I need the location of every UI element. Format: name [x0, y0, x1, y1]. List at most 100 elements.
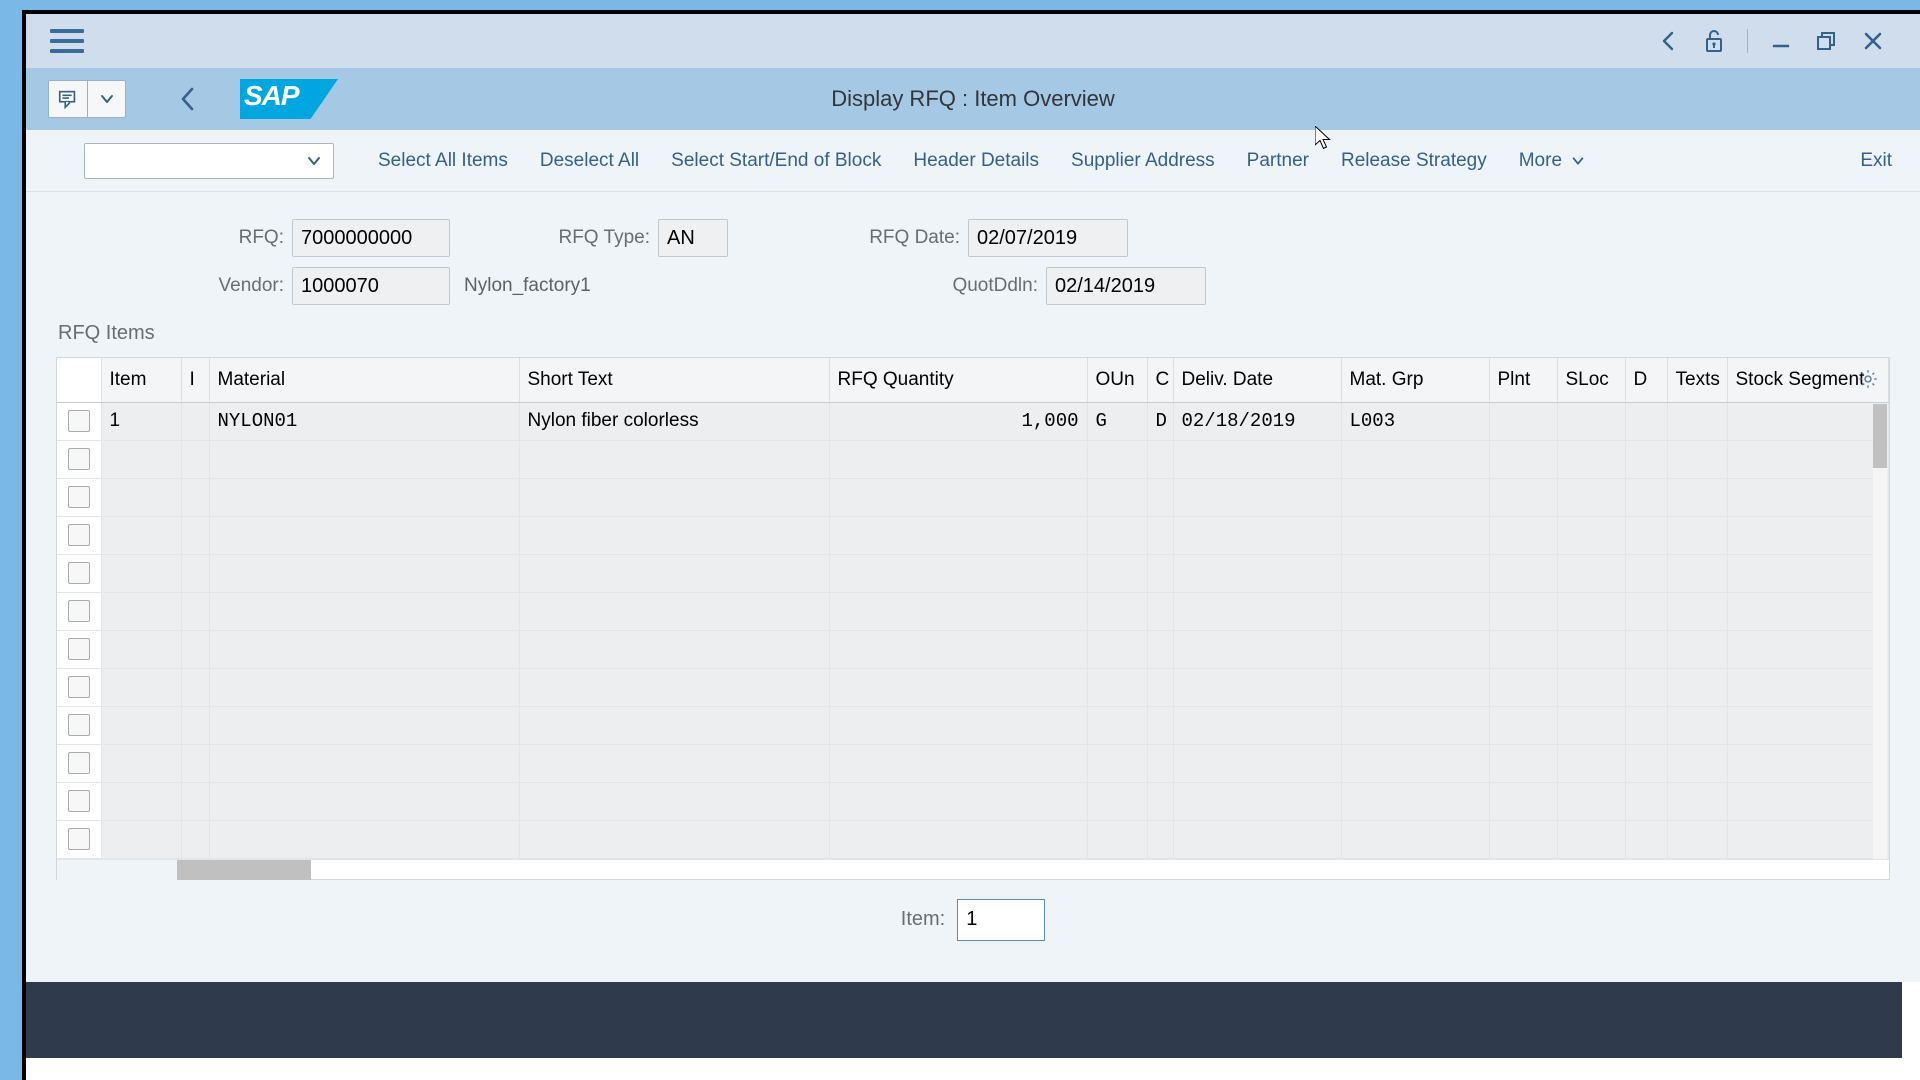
table-horizontal-scrollbar[interactable]	[57, 858, 1889, 880]
row-checkbox-cell[interactable]	[57, 402, 102, 441]
col-header-oun[interactable]: OUn	[1087, 358, 1148, 403]
table-empty-row[interactable]	[57, 554, 1889, 593]
empty-cell	[1667, 782, 1728, 821]
col-header-sloc[interactable]: SLoc	[1557, 358, 1626, 403]
sap-logo[interactable]: SAP	[240, 79, 338, 119]
row-checkbox[interactable]	[67, 485, 90, 508]
table-empty-row[interactable]	[57, 820, 1889, 859]
row-checkbox-cell[interactable]	[57, 744, 102, 783]
supplier-address-button[interactable]: Supplier Address	[1055, 150, 1231, 172]
row-checkbox[interactable]	[67, 713, 90, 736]
empty-cell	[1173, 554, 1342, 593]
row-checkbox[interactable]	[67, 827, 90, 850]
row-checkbox-cell[interactable]	[57, 516, 102, 555]
partner-button[interactable]: Partner	[1231, 150, 1325, 172]
more-button[interactable]: More	[1503, 150, 1602, 172]
table-empty-row[interactable]	[57, 706, 1889, 745]
col-header-i[interactable]: I	[180, 358, 210, 403]
col-header-plnt[interactable]: Plnt	[1489, 358, 1558, 403]
empty-cell	[1173, 478, 1342, 517]
row-checkbox-cell[interactable]	[57, 554, 102, 593]
table-empty-row[interactable]	[57, 668, 1889, 707]
rfq-date-input[interactable]: 02/07/2019	[968, 219, 1128, 257]
empty-cell	[180, 706, 210, 745]
vertical-scroll-thumb[interactable]	[1873, 404, 1887, 468]
empty-cell	[209, 478, 520, 517]
row-checkbox-cell[interactable]	[57, 782, 102, 821]
row-checkbox-cell[interactable]	[57, 668, 102, 707]
empty-cell	[1173, 668, 1342, 707]
col-header-deliv-date[interactable]: Deliv. Date	[1173, 358, 1342, 403]
chevron-left-icon[interactable]	[1645, 21, 1691, 61]
cell-deliv-date: 02/18/2019	[1173, 402, 1342, 441]
row-checkbox[interactable]	[67, 789, 90, 812]
row-checkbox[interactable]	[67, 675, 90, 698]
item-field-label: Item:	[900, 908, 946, 930]
select-block-button[interactable]: Select Start/End of Block	[655, 150, 897, 172]
row-checkbox[interactable]	[67, 447, 90, 470]
col-header-rfq-quantity[interactable]: RFQ Quantity	[829, 358, 1088, 403]
table-empty-row[interactable]	[57, 592, 1889, 631]
quot-deadline-input[interactable]: 02/14/2019	[1046, 267, 1206, 305]
table-empty-row[interactable]	[57, 782, 1889, 821]
table-empty-row[interactable]	[57, 478, 1889, 517]
table-empty-row[interactable]	[57, 516, 1889, 555]
restore-icon[interactable]	[1804, 21, 1850, 61]
unlock-icon[interactable]	[1691, 21, 1737, 61]
item-footer: Item: 1	[26, 879, 1920, 960]
select-all-items-button[interactable]: Select All Items	[362, 150, 524, 172]
row-checkbox-cell[interactable]	[57, 592, 102, 631]
row-checkbox[interactable]	[67, 751, 90, 774]
row-checkbox[interactable]	[67, 409, 90, 432]
main-menu-icon[interactable]	[50, 27, 84, 55]
row-checkbox-cell[interactable]	[57, 630, 102, 669]
item-input[interactable]: 1	[957, 898, 1046, 941]
empty-cell	[1341, 554, 1490, 593]
exit-button[interactable]: Exit	[1860, 150, 1896, 172]
empty-cell	[1147, 554, 1174, 593]
col-header-d[interactable]: D	[1625, 358, 1668, 403]
deselect-all-button[interactable]: Deselect All	[524, 150, 655, 172]
cell-i	[180, 402, 210, 441]
row-checkbox-cell[interactable]	[57, 706, 102, 745]
empty-cell	[1557, 592, 1626, 631]
rfq-input[interactable]: 7000000000	[292, 219, 450, 257]
col-header-c[interactable]: C	[1147, 358, 1174, 403]
horizontal-scroll-thumb[interactable]	[177, 859, 311, 880]
empty-cell	[1489, 782, 1558, 821]
vendor-name-text: Nylon_factory1	[464, 275, 591, 296]
row-checkbox-cell[interactable]	[57, 478, 102, 517]
cell-oun: G	[1087, 402, 1148, 441]
col-header-texts[interactable]: Texts	[1667, 358, 1728, 403]
row-checkbox[interactable]	[67, 523, 90, 546]
close-icon[interactable]	[1850, 21, 1896, 61]
chevron-down-icon[interactable]	[87, 81, 125, 117]
col-header-item[interactable]: Item	[101, 358, 182, 403]
rfq-type-input[interactable]: AN	[658, 219, 728, 257]
col-header-mat-grp[interactable]: Mat. Grp	[1341, 358, 1490, 403]
row-checkbox-cell[interactable]	[57, 820, 102, 859]
minimize-icon[interactable]	[1758, 21, 1804, 61]
table-empty-row[interactable]	[57, 440, 1889, 479]
gear-icon[interactable]	[1857, 368, 1879, 395]
note-icon[interactable]	[49, 81, 87, 117]
row-checkbox[interactable]	[67, 637, 90, 660]
table-vertical-scrollbar[interactable]	[1873, 404, 1887, 861]
row-checkbox[interactable]	[67, 599, 90, 622]
back-button[interactable]	[166, 77, 210, 121]
empty-cell	[1087, 668, 1148, 707]
variant-select[interactable]	[84, 142, 334, 179]
empty-cell	[101, 592, 182, 631]
col-header-short-text[interactable]: Short Text	[519, 358, 830, 403]
header-details-button[interactable]: Header Details	[897, 150, 1055, 172]
table-empty-row[interactable]	[57, 744, 1889, 783]
cell-item: 1	[101, 402, 182, 441]
col-header-material[interactable]: Material	[209, 358, 520, 403]
table-empty-row[interactable]	[57, 630, 1889, 669]
release-strategy-button[interactable]: Release Strategy	[1325, 150, 1503, 172]
row-checkbox[interactable]	[67, 561, 90, 584]
table-row[interactable]: 1 NYLON01 Nylon fiber colorless 1,000 G …	[57, 402, 1889, 441]
row-checkbox-cell[interactable]	[57, 440, 102, 479]
vendor-input[interactable]: 1000070	[292, 267, 450, 305]
empty-cell	[1557, 820, 1626, 859]
